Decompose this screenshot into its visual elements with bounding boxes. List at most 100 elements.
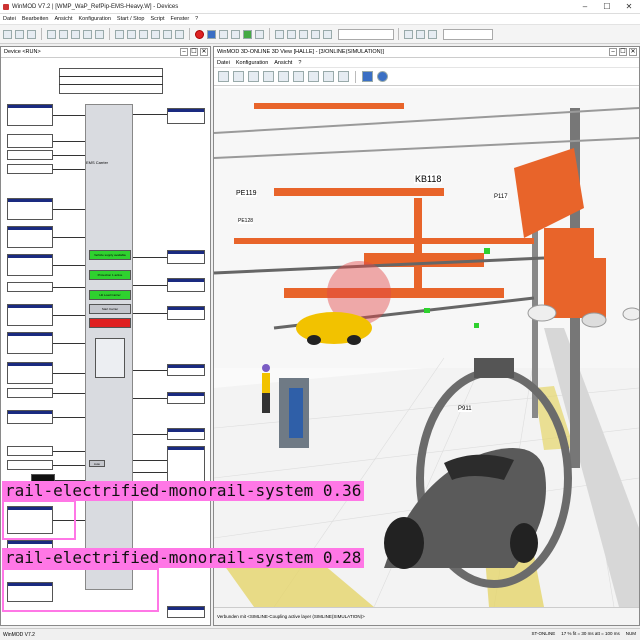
start-carrier-button[interactable]: Start Carrier [89,304,131,314]
3d-view-minimize-button[interactable]: – [609,48,617,56]
camera-icon[interactable] [278,71,289,82]
input-block[interactable] [7,460,53,470]
play-icon[interactable] [207,29,216,39]
3d-menu-datei[interactable]: Datei [217,60,230,66]
filter-icon[interactable] [404,29,413,39]
paste-icon[interactable] [71,29,80,39]
layers-icon[interactable] [323,71,334,82]
record-icon[interactable] [195,29,204,39]
input-block[interactable] [7,226,53,248]
layout-icon[interactable] [163,29,172,39]
vehicle-supply-button[interactable]: Vehicle supply available [89,250,131,260]
cut-icon[interactable] [47,29,56,39]
status-code: NUM [625,631,636,636]
export-icon[interactable] [428,29,437,39]
input-block[interactable] [7,254,53,276]
close-button[interactable]: ✕ [618,0,640,14]
output-block[interactable] [167,364,205,376]
3d-view-maximize-button[interactable]: ☐ [619,48,627,56]
pointer-icon[interactable] [115,29,124,39]
menu-ansicht[interactable]: Ansicht [54,16,72,22]
output-block[interactable] [167,306,205,320]
undo-icon[interactable] [83,29,92,39]
output-block[interactable] [167,278,205,292]
info-icon[interactable] [416,29,425,39]
edit-icon[interactable] [293,71,304,82]
white-car [622,307,639,321]
output-block[interactable] [167,606,205,618]
menu-fenster[interactable]: Fenster [171,16,190,22]
monitor-icon[interactable] [275,29,284,39]
input-block[interactable] [7,446,53,456]
open-file-icon[interactable] [15,29,24,39]
stop-icon[interactable] [231,29,240,39]
toolbar-separator [269,28,270,40]
block-header-bar [8,411,52,414]
menu-datei[interactable]: Datei [3,16,16,22]
worker-legs [262,393,270,413]
auto-button[interactable]: Auto [89,460,105,467]
grid-icon[interactable] [139,29,148,39]
settings-icon[interactable] [323,29,332,39]
copy-icon[interactable] [59,29,68,39]
input-block[interactable] [7,388,53,398]
fault-indicator-button[interactable] [89,318,131,328]
input-block[interactable] [7,282,53,292]
lock-icon[interactable] [308,71,319,82]
menu-help[interactable]: ? [195,16,198,22]
menu-konfiguration[interactable]: Konfiguration [79,16,111,22]
layer-dropdown[interactable] [338,28,394,40]
input-block[interactable] [7,362,53,384]
input-block[interactable] [7,304,53,326]
save-icon[interactable] [27,29,36,39]
3d-menu-help[interactable]: ? [298,60,301,66]
devices-minimize-button[interactable]: – [180,48,188,56]
step-icon[interactable] [255,29,264,39]
redo-icon[interactable] [95,29,104,39]
menu-script[interactable]: Script [150,16,164,22]
devices-close-button[interactable]: ✕ [200,48,208,56]
connect-icon[interactable] [151,29,160,39]
view-mode-icon[interactable] [362,71,373,82]
input-block[interactable] [7,198,53,220]
open-icon[interactable] [218,71,229,82]
3d-scene-graphic[interactable] [214,88,639,607]
3d-menu-konfiguration[interactable]: Konfiguration [236,60,268,66]
3d-menu-ansicht[interactable]: Ansicht [274,60,292,66]
input-block[interactable] [7,164,53,174]
input-block[interactable] [7,150,53,160]
export-icon[interactable] [248,71,259,82]
chart-icon[interactable] [299,29,308,39]
measure-icon[interactable] [263,71,274,82]
input-block[interactable] [7,332,53,354]
list-icon[interactable] [287,29,296,39]
output-block[interactable] [167,392,205,404]
align-icon[interactable] [175,29,184,39]
orbit-icon[interactable] [377,71,388,82]
grid-icon[interactable] [338,71,349,82]
maximize-button[interactable]: ☐ [596,0,618,14]
input-block[interactable] [7,134,53,148]
run-icon[interactable] [243,29,252,39]
menu-start-stop[interactable]: Start / Stop [117,16,145,22]
input-block[interactable] [7,104,53,126]
devices-maximize-button[interactable]: ☐ [190,48,198,56]
3d-view-close-button[interactable]: ✕ [629,48,637,56]
output-block[interactable] [167,250,205,264]
output-block[interactable] [167,428,205,440]
pause-icon[interactable] [219,29,228,39]
table-icon[interactable] [311,29,320,39]
parameter-list[interactable] [95,338,125,378]
zoom-icon[interactable] [127,29,136,39]
zoom-dropdown[interactable] [443,28,493,40]
save-icon[interactable] [233,71,244,82]
new-file-icon[interactable] [3,29,12,39]
menu-bearbeiten[interactable]: Bearbeiten [22,16,49,22]
3d-scene-viewport[interactable]: KB118 PE119 PE128 P117 P911 [214,88,639,607]
minimize-button[interactable]: – [574,0,596,14]
protection-button[interactable]: Protection 1 active [89,270,131,280]
hit-load-carrier-button[interactable]: Hit Load Carrier [89,290,131,300]
output-block[interactable] [167,108,205,124]
header-block[interactable] [59,68,163,94]
input-block[interactable] [7,410,53,424]
